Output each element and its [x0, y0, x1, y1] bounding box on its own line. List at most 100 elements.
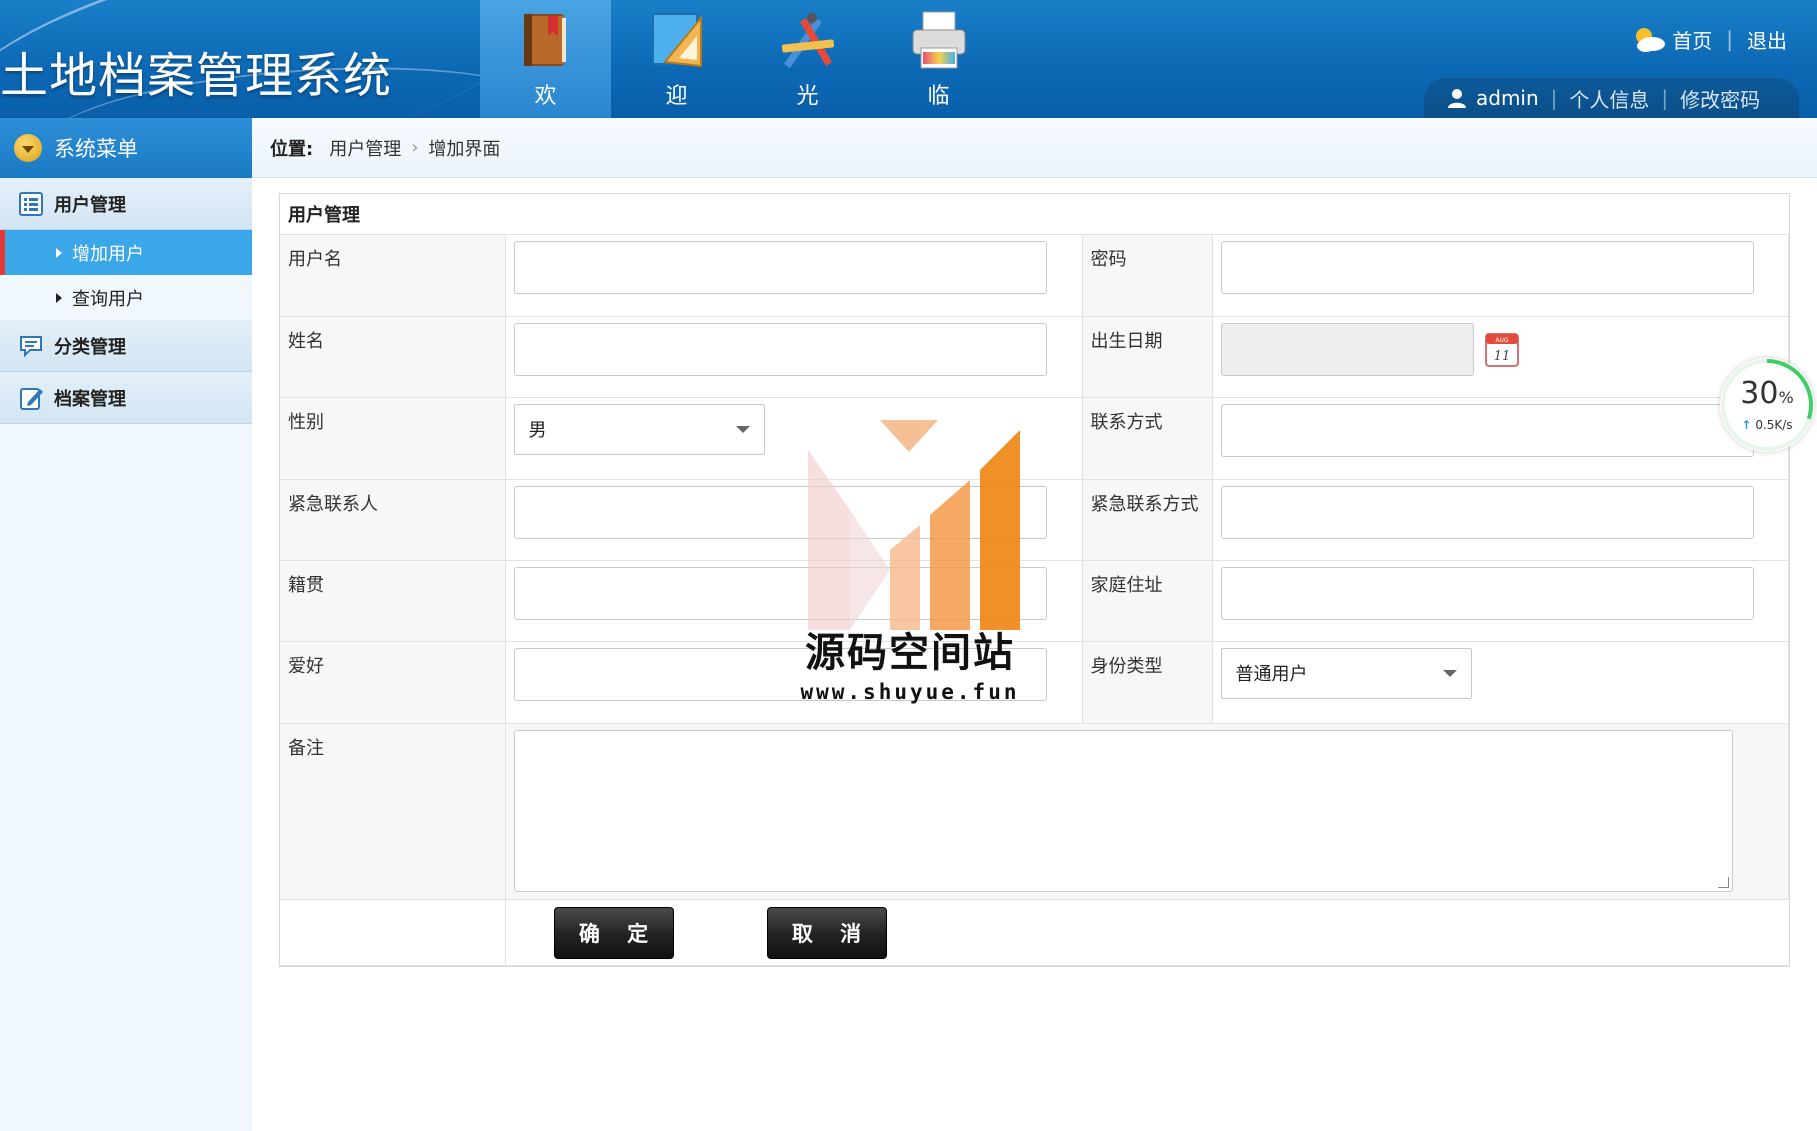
field-label: 紧急联系方式 [1082, 479, 1213, 561]
form-row: 性别 男 联系方式 [280, 397, 1789, 480]
speed-percent: 30% [1740, 376, 1794, 411]
watermark-url: www.shuyue.fun [800, 680, 1020, 704]
field-label: 紧急联系人 [280, 479, 506, 561]
link-separator: | [1726, 27, 1733, 51]
list-icon [19, 191, 43, 216]
top-nav-label: 临 [927, 84, 950, 109]
app-title: 土地档案管理系统 [0, 48, 393, 104]
field-label: 密码 [1082, 235, 1213, 317]
upload-arrow-icon: ↑ [1741, 418, 1752, 432]
sidebar-item-query-user[interactable]: 查询用户 [0, 275, 252, 320]
sidebar-group-archive-management[interactable]: 档案管理 [0, 372, 252, 424]
breadcrumb-item: 增加界面 [428, 138, 501, 160]
dropdown-caret-icon [735, 425, 750, 433]
sidebar-group-label: 分类管理 [54, 336, 126, 358]
caret-right-icon [56, 292, 62, 303]
birthdate-input[interactable] [1220, 322, 1474, 376]
form-title: 用户管理 [280, 194, 1789, 235]
chevron-right-icon: › [411, 137, 419, 158]
calendar-day: 11 [1493, 349, 1510, 364]
field-label: 性别 [280, 397, 506, 480]
emergency-phone-input[interactable] [1220, 485, 1754, 539]
top-nav-label: 光 [796, 84, 819, 109]
gender-select[interactable]: 男 [513, 403, 765, 455]
top-nav-item-1[interactable]: 欢 [480, 0, 611, 118]
cancel-button[interactable]: 取 消 [766, 906, 887, 959]
sidebar-group-label: 档案管理 [54, 388, 126, 410]
native-place-input[interactable] [513, 566, 1047, 620]
user-icon [1448, 89, 1466, 108]
calendar-month: AUG [1495, 337, 1508, 344]
breadcrumb-prefix: 位置: [270, 138, 314, 160]
field-label: 姓名 [280, 316, 506, 398]
logout-link[interactable]: 退出 [1747, 25, 1787, 54]
address-input[interactable] [1220, 566, 1754, 620]
top-links: 首页 | 退出 [1630, 24, 1787, 54]
username-input[interactable] [513, 241, 1047, 294]
top-nav-item-3[interactable]: 光 [742, 0, 873, 118]
confirm-button[interactable]: 确 定 [553, 906, 674, 959]
user-bar-separator: | [1661, 86, 1669, 110]
field-label: 身份类型 [1082, 641, 1213, 724]
field-label: 家庭住址 [1082, 560, 1213, 642]
sidebar-header-label: 系统菜单 [54, 137, 138, 161]
ruler-triangle-icon [651, 13, 702, 68]
weather-icon [1636, 28, 1666, 52]
field-label: 出生日期 [1082, 316, 1213, 398]
user-form: 用户管理 用户名 密码 姓名 出生日期 AUG 11 性别 男 联系方式 紧急联… [279, 193, 1790, 967]
top-nav-label: 欢 [534, 84, 557, 109]
calendar-icon[interactable]: AUG 11 [1484, 330, 1520, 368]
username-label[interactable]: admin [1476, 86, 1539, 110]
top-nav-label: 迎 [665, 84, 688, 109]
breadcrumb-item[interactable]: 用户管理 [329, 135, 401, 161]
sidebar-item-label: 增加用户 [72, 243, 144, 265]
user-bar-separator: | [1550, 86, 1558, 110]
printer-icon [912, 11, 965, 69]
form-actions-row: 确 定 取 消 [280, 899, 1789, 966]
change-password-link[interactable]: 修改密码 [1680, 84, 1760, 113]
name-input[interactable] [513, 322, 1047, 376]
watermark-text: 源码空间站 [805, 630, 1015, 676]
form-row: 姓名 出生日期 AUG 11 [280, 316, 1789, 398]
user-bar: admin | 个人信息 | 修改密码 [1424, 78, 1799, 118]
remark-textarea[interactable] [513, 729, 1733, 892]
sidebar-item-label: 查询用户 [72, 288, 144, 310]
sidebar-group-category-management[interactable]: 分类管理 [0, 320, 252, 372]
network-speed-widget[interactable]: 30% ↑ 0.5K/s [1720, 358, 1814, 452]
profile-link[interactable]: 个人信息 [1569, 84, 1649, 113]
chat-bubble-icon [20, 335, 42, 357]
contact-input[interactable] [1220, 403, 1754, 457]
caret-right-icon [56, 247, 62, 258]
dropdown-caret-icon [1442, 669, 1457, 677]
form-row: 备注 [280, 723, 1789, 900]
identity-type-select[interactable]: 普通用户 [1220, 647, 1472, 699]
drawing-tools-icon [781, 13, 834, 68]
home-link[interactable]: 首页 [1672, 25, 1712, 54]
top-nav: 欢 迎 光 临 [480, 0, 1004, 118]
app-header: 土地档案管理系统 欢 迎 光 临 首页 | 退出 admin | 个人信息 | … [0, 0, 1817, 118]
field-label: 籍贯 [280, 560, 506, 642]
top-nav-item-2[interactable]: 迎 [611, 0, 742, 118]
breadcrumb: 位置: 用户管理 › 增加界面 [252, 118, 1817, 178]
gender-select-value: 男 [528, 420, 547, 441]
speed-rate: ↑ 0.5K/s [1741, 418, 1793, 432]
sidebar-group-user-management[interactable]: 用户管理 [0, 178, 252, 230]
sidebar-item-add-user[interactable]: 增加用户 [0, 230, 252, 275]
sidebar-group-label: 用户管理 [54, 194, 126, 216]
field-label: 联系方式 [1082, 397, 1213, 480]
sidebar: 系统菜单 用户管理 增加用户 查询用户 分类管理 档案管理 [0, 118, 252, 1131]
emergency-contact-input[interactable] [513, 485, 1047, 539]
password-input[interactable] [1220, 241, 1754, 294]
sidebar-header[interactable]: 系统菜单 [0, 118, 252, 178]
book-icon [523, 14, 566, 66]
top-nav-item-4[interactable]: 临 [873, 0, 1004, 118]
field-label: 用户名 [280, 235, 506, 317]
collapse-arrow-icon [14, 134, 42, 162]
identity-type-value: 普通用户 [1235, 664, 1308, 685]
field-label: 备注 [280, 723, 506, 900]
field-label: 爱好 [280, 641, 506, 724]
edit-document-icon [20, 387, 43, 410]
form-table: 用户名 密码 姓名 出生日期 AUG 11 性别 男 联系方式 紧急联系人 紧急… [280, 235, 1789, 966]
form-row: 紧急联系人 紧急联系方式 [280, 479, 1789, 561]
form-row: 用户名 密码 [280, 235, 1789, 317]
